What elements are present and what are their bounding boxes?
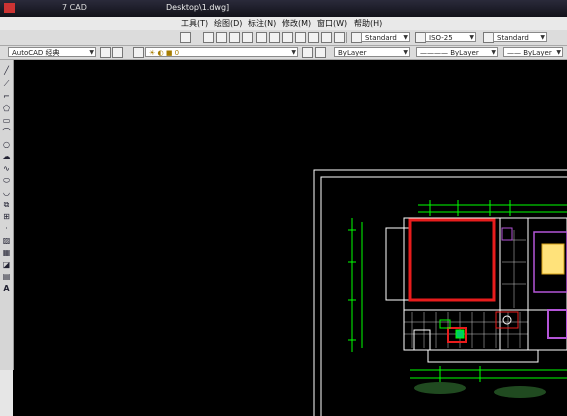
landscape-bottom xyxy=(414,382,546,398)
walls xyxy=(385,217,567,363)
floor-plan xyxy=(348,200,567,398)
drawing-canvas[interactable] xyxy=(0,0,567,416)
selected-room-highlight xyxy=(408,218,496,302)
furniture xyxy=(439,227,567,339)
